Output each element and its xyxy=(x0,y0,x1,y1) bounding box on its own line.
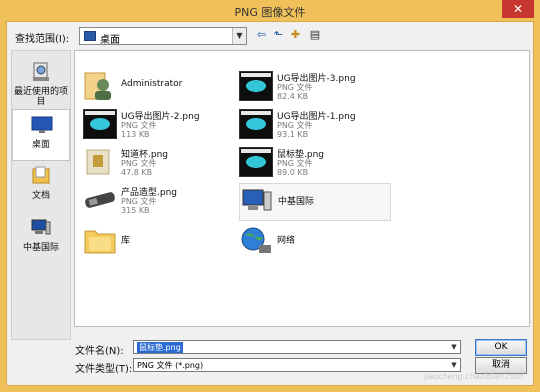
file-item[interactable]: 知道杯.png PNG 文件 47.8 KB xyxy=(83,145,235,183)
place-recent[interactable]: 最近使用的项目 xyxy=(12,57,70,109)
png-thumbnail-icon xyxy=(239,71,273,101)
network-globe-icon xyxy=(241,227,271,253)
file-name: 网络 xyxy=(277,236,296,246)
user-folder-icon xyxy=(84,72,111,100)
file-size: 113 KB xyxy=(121,130,150,139)
desktop-icon xyxy=(31,116,53,133)
new-folder-icon[interactable]: ✚ xyxy=(288,28,303,42)
png-thumbnail-icon xyxy=(85,192,115,208)
back-icon[interactable]: ⇦ xyxy=(254,28,269,42)
filetype-label: 文件类型(T): xyxy=(75,364,133,375)
png-thumbnail-icon xyxy=(239,147,273,177)
dialog-window: PNG 图像文件 ✕ 查找范围(I): 桌面 ▼ ⇦ ⬑ ✚ ▤ 最近使用的项目 xyxy=(0,0,540,392)
computer-icon xyxy=(242,189,272,211)
file-size: 93.1 KB xyxy=(277,130,309,139)
file-item[interactable]: 产品造型.png PNG 文件 315 KB xyxy=(83,183,235,221)
watermark: jiaocheng.chazidian.com xyxy=(423,372,523,381)
up-folder-icon[interactable]: ⬑ xyxy=(271,28,286,42)
place-computer[interactable]: 中基国际 xyxy=(12,213,70,265)
filename-value: 鼠标垫.png xyxy=(137,342,183,353)
png-thumbnail-icon xyxy=(86,149,110,175)
file-item[interactable]: UG导出图片-1.png PNG 文件 93.1 KB xyxy=(239,107,391,145)
computer-icon xyxy=(31,219,51,235)
file-item[interactable]: UG导出图片-2.png PNG 文件 113 KB xyxy=(83,107,235,145)
file-item[interactable]: 库 xyxy=(83,223,235,261)
place-label: 最近使用的项目 xyxy=(13,87,68,107)
filetype-select[interactable]: PNG 文件 (*.png) ▼ xyxy=(133,358,461,372)
file-name: 中基国际 xyxy=(278,197,315,207)
file-item[interactable]: 网络 xyxy=(239,223,391,261)
filename-label: 文件名(N): xyxy=(75,346,124,357)
place-label: 桌面 xyxy=(31,140,50,150)
lookin-label: 查找范围(I): xyxy=(15,34,70,45)
lookin-select[interactable]: 桌面 ▼ xyxy=(79,27,247,46)
place-desktop[interactable]: 桌面 xyxy=(12,109,70,161)
filetype-value: PNG 文件 (*.png) xyxy=(137,361,204,370)
documents-icon xyxy=(32,166,50,184)
chevron-down-icon[interactable]: ▼ xyxy=(232,28,246,44)
close-button[interactable]: ✕ xyxy=(502,0,534,18)
desktop-icon xyxy=(84,31,96,41)
file-name: 库 xyxy=(121,236,131,246)
file-item[interactable]: Administrator xyxy=(83,69,235,107)
file-item[interactable]: 中基国际 xyxy=(239,183,391,221)
ok-button[interactable]: OK xyxy=(475,339,527,356)
dialog-title: PNG 图像文件 xyxy=(234,6,306,19)
title-bar: PNG 图像文件 ✕ xyxy=(0,0,540,21)
chevron-down-icon[interactable]: ▼ xyxy=(448,359,460,371)
filename-input[interactable]: 鼠标垫.png ▼ xyxy=(133,340,461,354)
png-thumbnail-icon xyxy=(83,109,117,139)
file-size: 47.8 KB xyxy=(121,168,153,177)
file-item[interactable]: UG导出图片-3.png PNG 文件 82.4 KB xyxy=(239,69,391,107)
file-list-view: Administrator UG导出图片-2.png PNG 文件 113 KB… xyxy=(74,50,530,327)
recent-items-icon xyxy=(33,62,49,81)
file-size: 82.4 KB xyxy=(277,92,309,101)
chevron-down-icon[interactable]: ▼ xyxy=(448,341,460,353)
libraries-folder-icon xyxy=(84,230,116,254)
lookin-value: 桌面 xyxy=(100,35,120,46)
view-menu-icon[interactable]: ▤ xyxy=(305,28,325,42)
file-name: Administrator xyxy=(121,79,183,89)
png-thumbnail-icon xyxy=(239,109,273,139)
file-item[interactable]: 鼠标垫.png PNG 文件 89.0 KB xyxy=(239,145,391,183)
places-bar: 最近使用的项目 桌面 文档 中基国际 xyxy=(11,50,71,340)
place-documents[interactable]: 文档 xyxy=(12,161,70,213)
dialog-body: 查找范围(I): 桌面 ▼ ⇦ ⬑ ✚ ▤ 最近使用的项目 桌面 文档 中基国际… xyxy=(6,21,534,386)
file-size: 315 KB xyxy=(121,206,150,215)
place-label: 文档 xyxy=(31,191,50,201)
file-size: 89.0 KB xyxy=(277,168,309,177)
place-label: 中基国际 xyxy=(22,243,59,253)
